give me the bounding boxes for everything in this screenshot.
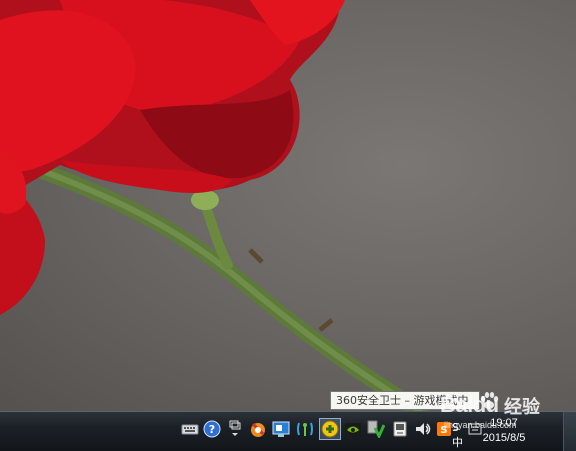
network-monitor-icon[interactable] (272, 420, 290, 438)
watermark-product: 经验 (504, 397, 540, 418)
help-icon[interactable]: ? (203, 420, 221, 438)
watermark-url: jingyan.baidu.com (444, 420, 517, 430)
svg-text:?: ? (209, 423, 215, 436)
window-arrow-icon[interactable] (226, 420, 244, 438)
keyboard-icon[interactable] (181, 420, 199, 438)
game-mode-icon[interactable] (319, 418, 341, 440)
device-icon[interactable] (391, 420, 409, 438)
security-icon[interactable] (249, 420, 267, 438)
wireless-icon[interactable] (296, 420, 314, 438)
desktop-wallpaper (0, 0, 576, 411)
clock-date: 2015/8/5 (482, 432, 526, 444)
shield-check-icon[interactable] (367, 420, 386, 440)
nvidia-icon[interactable] (344, 420, 362, 438)
paw-icon (480, 392, 499, 409)
watermark: Baidu 经验 jingyan.baidu.com (440, 392, 570, 432)
volume-icon[interactable] (414, 420, 432, 438)
